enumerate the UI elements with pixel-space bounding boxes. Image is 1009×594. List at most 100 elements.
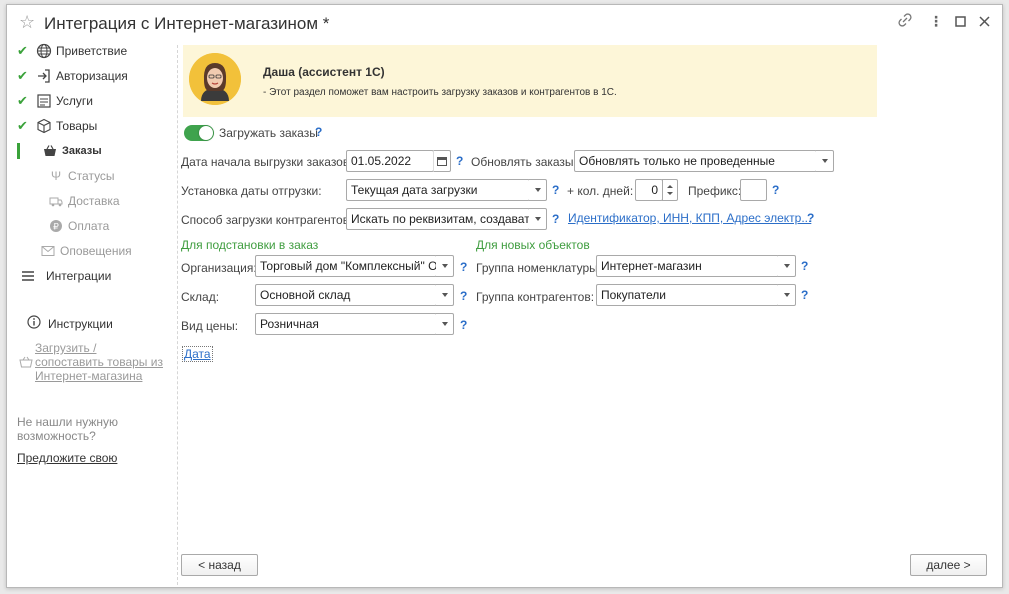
section-substitution-heading: Для подстановки в заказ — [181, 238, 319, 252]
sidebar-item-integrations[interactable]: Интеграции — [17, 266, 132, 286]
counterparty-group-dropdown-button[interactable] — [778, 284, 796, 306]
not-found-text: Не нашли нужную возможность? — [17, 415, 119, 443]
assistant-message: - Этот раздел поможет вам настроить загр… — [263, 87, 617, 98]
instructions-link[interactable]: Инструкции — [27, 315, 113, 332]
sidebar: ✔ Приветствие ✔ Авторизация ✔ Услуги ✔ Т… — [17, 41, 132, 286]
sidebar-item-notifications[interactable]: Оповещения — [17, 241, 132, 261]
sidebar-item-orders[interactable]: Заказы — [17, 141, 132, 161]
sidebar-item-goods[interactable]: ✔ Товары — [17, 116, 132, 136]
status-icon: Ψ — [50, 169, 62, 183]
counterparty-method-label: Способ загрузки контрагентов: — [181, 213, 353, 227]
next-button[interactable]: далее > — [910, 554, 987, 576]
sidebar-item-label: Оплата — [68, 219, 110, 233]
services-icon — [35, 92, 53, 110]
sidebar-item-label: Услуги — [56, 94, 93, 108]
more-menu-icon[interactable]: ⋮ — [929, 13, 943, 30]
help-icon[interactable]: ? — [807, 211, 814, 225]
help-icon[interactable]: ? — [552, 212, 559, 226]
prefix-input[interactable] — [740, 179, 767, 201]
warehouse-select[interactable]: Основной склад — [255, 284, 437, 306]
login-icon — [35, 67, 53, 85]
sidebar-item-label: Оповещения — [60, 244, 132, 258]
plus-days-input[interactable]: 0 — [635, 179, 663, 201]
nomenclature-group-label: Группа номенклатуры: — [476, 261, 602, 275]
suggest-link[interactable]: Предложите свою — [17, 451, 117, 465]
sidebar-item-services[interactable]: ✔ Услуги — [17, 91, 132, 111]
help-icon[interactable]: ? — [772, 183, 779, 197]
help-icon[interactable]: ? — [460, 260, 467, 274]
back-button[interactable]: < назад — [181, 554, 258, 576]
instructions-label: Инструкции — [48, 316, 113, 331]
warehouse-label: Склад: — [181, 290, 220, 304]
sidebar-item-authorization[interactable]: ✔ Авторизация — [17, 66, 132, 86]
sidebar-item-label: Заказы — [62, 145, 102, 157]
check-icon: ✔ — [17, 93, 28, 108]
ship-date-label: Установка даты отгрузки: — [181, 184, 322, 198]
identifier-link[interactable]: Идентификатор, ИНН, КПП, Адрес электр... — [568, 211, 811, 225]
start-date-input[interactable]: 01.05.2022 — [346, 150, 434, 172]
assistant-panel: Даша (ассистент 1С) - Этот раздел поможе… — [183, 45, 877, 117]
favorite-star-icon[interactable]: ☆ — [19, 12, 35, 33]
organization-label: Организация: — [181, 261, 257, 275]
link-icon[interactable] — [898, 13, 912, 30]
close-icon[interactable] — [979, 14, 990, 30]
start-date-label: Дата начала выгрузки заказов: — [181, 155, 353, 169]
update-orders-dropdown-button[interactable] — [816, 150, 834, 172]
price-type-label: Вид цены: — [181, 319, 239, 333]
check-icon: ✔ — [17, 68, 28, 83]
assistant-name: Даша (ассистент 1С) — [263, 65, 385, 79]
upload-link-line: Загрузить / — [35, 341, 97, 355]
assistant-avatar — [189, 53, 241, 105]
plus-days-label: + кол. дней: — [567, 184, 634, 198]
warehouse-dropdown-button[interactable] — [436, 284, 454, 306]
counterparty-method-dropdown-button[interactable] — [529, 208, 547, 230]
counterparty-group-select[interactable]: Покупатели — [596, 284, 779, 306]
help-icon[interactable]: ? — [801, 259, 808, 273]
check-icon: ✔ — [17, 118, 28, 133]
help-icon[interactable]: ? — [801, 288, 808, 302]
load-orders-toggle[interactable] — [184, 125, 214, 141]
organization-dropdown-button[interactable] — [436, 255, 454, 277]
help-icon[interactable]: ? — [460, 318, 467, 332]
box-icon — [35, 117, 53, 135]
ship-date-dropdown-button[interactable] — [529, 179, 547, 201]
section-new-objects-heading: Для новых объектов — [476, 238, 590, 252]
basket-icon — [41, 142, 59, 160]
sidebar-item-label: Статусы — [68, 169, 115, 183]
date-link[interactable]: Дата — [182, 346, 213, 362]
prefix-label: Префикс: — [688, 184, 742, 198]
dialog-window: ☆ Интеграция с Интернет-магазином * ⋮ ✔ … — [6, 4, 1003, 588]
upload-link-line: Интернет-магазина — [35, 369, 143, 383]
sidebar-item-welcome[interactable]: ✔ Приветствие — [17, 41, 132, 61]
help-icon[interactable]: ? — [552, 183, 559, 197]
check-icon: ✔ — [17, 43, 28, 58]
sidebar-item-label: Авторизация — [56, 69, 128, 83]
help-icon[interactable]: ? — [315, 125, 322, 139]
basket-arrows-icon — [19, 356, 33, 371]
sidebar-item-label: Доставка — [68, 194, 120, 208]
help-icon[interactable]: ? — [456, 154, 463, 168]
sidebar-item-delivery[interactable]: Доставка — [17, 191, 132, 211]
organization-select[interactable]: Торговый дом "Комплексный" ООО — [255, 255, 437, 277]
nomenclature-group-dropdown-button[interactable] — [778, 255, 796, 277]
sidebar-item-label: Интеграции — [46, 269, 112, 283]
price-type-dropdown-button[interactable] — [436, 313, 454, 335]
sidebar-item-label: Приветствие — [56, 44, 128, 58]
load-orders-label: Загружать заказы — [219, 126, 318, 140]
price-type-select[interactable]: Розничная — [255, 313, 437, 335]
maximize-icon[interactable] — [955, 14, 966, 30]
nomenclature-group-select[interactable]: Интернет-магазин — [596, 255, 779, 277]
ship-date-select[interactable]: Текущая дата загрузки — [346, 179, 530, 201]
plus-days-stepper[interactable] — [662, 179, 678, 201]
calendar-icon — [437, 155, 447, 169]
update-orders-select[interactable]: Обновлять только не проведенные — [574, 150, 817, 172]
upload-goods-link[interactable]: Загрузить / сопоставить товары из Интерн… — [17, 341, 175, 383]
info-icon — [27, 315, 41, 332]
sidebar-item-payment[interactable]: ₽ Оплата — [17, 216, 132, 236]
help-icon[interactable]: ? — [460, 289, 467, 303]
window-title: Интеграция с Интернет-магазином * — [44, 14, 330, 33]
envelope-icon — [39, 242, 57, 260]
svg-text:₽: ₽ — [53, 222, 59, 232]
sidebar-item-statuses[interactable]: Ψ Статусы — [17, 166, 132, 186]
counterparty-method-select[interactable]: Искать по реквизитам, создавать, — [346, 208, 530, 230]
